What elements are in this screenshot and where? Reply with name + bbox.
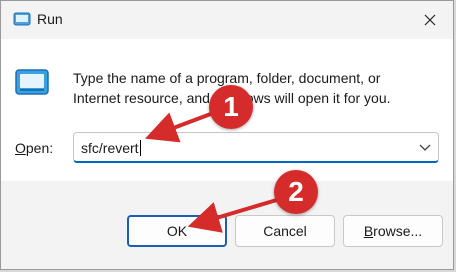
chevron-down-icon[interactable] (418, 142, 432, 152)
close-icon (424, 14, 436, 26)
cancel-button[interactable]: Cancel (235, 215, 335, 247)
run-dialog: Run Type the name of a program, folder, … (0, 0, 454, 270)
open-combobox[interactable]: sfc/revert (73, 132, 439, 163)
run-app-icon (13, 12, 31, 26)
title-bar: Run (1, 1, 453, 39)
browse-mnemonic: B (363, 223, 374, 239)
window-title: Run (37, 11, 63, 27)
close-button[interactable] (407, 1, 453, 39)
open-label-mnemonic: O (15, 140, 26, 156)
run-icon (15, 69, 49, 95)
open-label-text: pen: (25, 140, 54, 156)
annotation-badge-1: 1 (209, 85, 253, 129)
dialog-footer: OK Cancel Browse... (1, 181, 453, 269)
open-label: Open: (15, 140, 53, 156)
open-input-value[interactable]: sfc/revert (81, 140, 139, 156)
text-caret (139, 140, 141, 156)
browse-label: rowse... (373, 223, 423, 239)
annotation-badge-2: 2 (274, 170, 318, 214)
browse-button[interactable]: Browse... (343, 215, 443, 247)
ok-button[interactable]: OK (127, 215, 227, 247)
